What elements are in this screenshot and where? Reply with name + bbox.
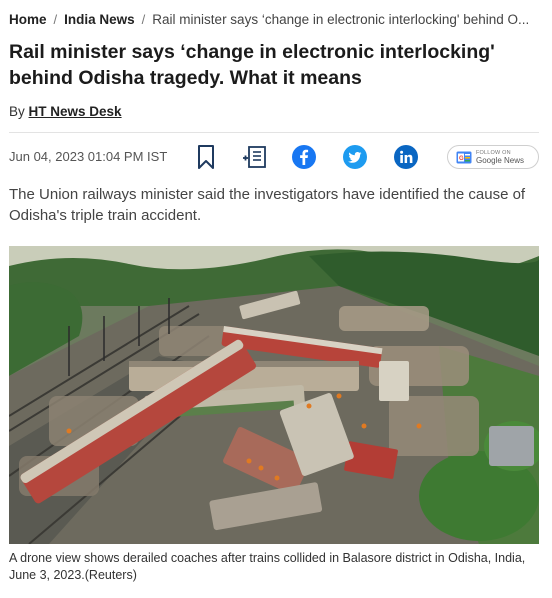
byline-prefix: By xyxy=(9,104,25,119)
breadcrumb: Home / India News / Rail minister says ‘… xyxy=(9,10,544,28)
byline: By HT News Desk xyxy=(9,104,122,119)
twitter-icon xyxy=(348,152,362,163)
facebook-share-button[interactable] xyxy=(292,145,316,169)
google-news-follow-button[interactable]: G FOLLOW ON Google News xyxy=(447,145,539,169)
twitter-share-button[interactable] xyxy=(343,145,367,169)
google-news-icon: G xyxy=(456,151,472,163)
divider xyxy=(9,132,539,133)
read-later-icon xyxy=(243,146,266,168)
article-photo xyxy=(9,246,539,544)
linkedin-share-button[interactable] xyxy=(394,145,418,169)
breadcrumb-separator: / xyxy=(141,11,146,27)
breadcrumb-section-link[interactable]: India News xyxy=(64,12,135,27)
article-page: Home / India News / Rail minister says ‘… xyxy=(0,0,552,598)
author-link[interactable]: HT News Desk xyxy=(29,104,122,119)
article-meta-row: Jun 04, 2023 01:04 PM IST G FOLLOW ON Go… xyxy=(9,143,539,171)
facebook-icon xyxy=(300,149,309,165)
google-news-label: FOLLOW ON Google News xyxy=(476,149,524,165)
breadcrumb-separator: / xyxy=(53,11,58,27)
photo-caption: A drone view shows derailed coaches afte… xyxy=(9,551,526,582)
svg-text:G: G xyxy=(459,156,464,162)
linkedin-icon xyxy=(400,150,413,163)
publish-date: Jun 04, 2023 01:04 PM IST xyxy=(9,149,168,164)
train-accident-photo xyxy=(9,246,539,544)
article-summary: The Union railways minister said the inv… xyxy=(9,186,526,224)
read-later-button[interactable] xyxy=(242,143,268,171)
breadcrumb-current: Rail minister says ‘change in electronic… xyxy=(152,11,530,27)
article-headline: Rail minister says ‘change in electronic… xyxy=(9,41,495,89)
bookmark-icon xyxy=(198,145,214,169)
breadcrumb-home-link[interactable]: Home xyxy=(9,12,47,27)
bookmark-button[interactable] xyxy=(193,143,219,171)
google-news-text: Google News xyxy=(476,156,525,165)
